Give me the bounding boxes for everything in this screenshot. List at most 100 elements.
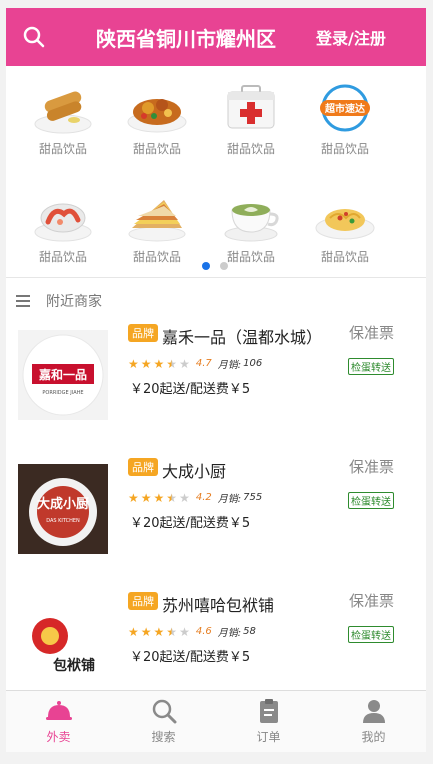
delivery-fee: ￥20起送/配送费￥5 [130, 650, 251, 665]
latte-cup-icon [218, 188, 284, 244]
half-star-icon: ★ [166, 356, 178, 371]
category-grid: 甜品饮品 甜品饮品 甜品饮品 超市速达 甜品饮品 甜品饮品 甜品饮品 甜品饮品 … [6, 66, 426, 278]
svg-text:PORRIDGE JIAHE: PORRIDGE JIAHE [42, 390, 83, 396]
supermarket-express-icon: 超市速达 [312, 80, 378, 136]
category-label: 甜品饮品 [320, 250, 369, 264]
delivery-fee: ￥20起送/配送费￥5 [130, 382, 251, 397]
top-bar: 陕西省铜川市耀州区 登录/注册 [6, 8, 426, 66]
category-label: 甜品饮品 [226, 142, 275, 156]
tab-label: 我的 [361, 730, 386, 744]
supermarket-badge-text: 超市速达 [324, 102, 365, 115]
nearby-title: 附近商家 [46, 294, 102, 310]
rating-value: 4.6 [195, 626, 212, 637]
half-star-icon: ★ [166, 624, 178, 639]
app-frame: 陕西省铜川市耀州区 登录/注册 甜品饮品 甜品饮品 甜品饮品 超市速达 甜品饮品… [6, 8, 426, 752]
shop-card[interactable]: 嘉和一品 PORRIDGE JIAHE 品牌 嘉禾一品（温都水城） ★ ★ ★ … [6, 322, 426, 456]
category-label: 甜品饮品 [320, 142, 369, 156]
category-item[interactable]: 甜品饮品 [16, 188, 110, 265]
star-empty-icon: ★ [179, 490, 190, 505]
guarantee-tag: 保准票 [349, 324, 395, 342]
search-icon [150, 698, 178, 724]
user-icon [360, 698, 388, 724]
svg-text:包袱铺: 包袱铺 [53, 657, 95, 674]
monthly-sales-label: 月销: [217, 628, 242, 639]
search-icon [23, 26, 45, 48]
nearby-section-header: 附近商家 [6, 288, 426, 314]
bottom-tab-bar: 外卖 搜索 订单 我的 [6, 690, 426, 752]
category-item[interactable]: 甜品饮品 [110, 188, 204, 265]
brand-badge: 品牌 [128, 592, 158, 610]
shop-name[interactable]: 嘉禾一品（温都水城） [162, 324, 322, 348]
star-icon: ★ [140, 624, 152, 639]
half-star-icon: ★ [166, 490, 178, 505]
guarantee-tag: 保准票 [349, 592, 395, 610]
shop-name[interactable]: 大成小厨 [162, 458, 226, 482]
category-label: 甜品饮品 [132, 250, 181, 264]
star-icon: ★ [140, 356, 152, 371]
category-label: 甜品饮品 [132, 142, 181, 156]
star-icon: ★ [128, 490, 139, 505]
carousel-pager [202, 262, 228, 270]
star-icon: ★ [153, 356, 165, 371]
svg-text:嘉和一品: 嘉和一品 [38, 367, 87, 382]
svg-text:大成小厨: 大成小厨 [37, 496, 89, 512]
brand-badge: 品牌 [128, 324, 158, 342]
delivery-fee: ￥20起送/配送费￥5 [130, 516, 251, 531]
shop-logo: 嘉和一品 PORRIDGE JIAHE [18, 330, 108, 420]
food-cloche-icon [45, 698, 73, 724]
rating-value: 4.7 [195, 358, 212, 369]
rating-value: 4.2 [195, 492, 212, 503]
tab-orders[interactable]: 订单 [216, 691, 321, 752]
monthly-sales: 106 [243, 358, 263, 369]
tab-takeout[interactable]: 外卖 [6, 691, 111, 752]
rating-row: ★ ★ ★ ★ ★ 4.7 月销: 106 [128, 356, 263, 372]
star-icon: ★ [128, 624, 139, 639]
star-icon: ★ [140, 490, 152, 505]
brand-badge: 品牌 [128, 458, 158, 476]
list-menu-icon [16, 292, 30, 310]
category-item[interactable]: 甜品饮品 [16, 80, 110, 157]
order-clipboard-icon [255, 698, 283, 724]
category-label: 甜品饮品 [38, 142, 87, 156]
star-icon: ★ [153, 490, 165, 505]
svg-text:DAS KITCHEN: DAS KITCHEN [46, 518, 80, 524]
category-item[interactable]: 甜品饮品 [204, 80, 298, 157]
category-item[interactable]: 甜品饮品 [110, 80, 204, 157]
shop-card[interactable]: 大成小厨 DAS KITCHEN 品牌 大成小厨 ★ ★ ★ ★ ★ 4.2 月… [6, 456, 426, 590]
shop-logo: 大成小厨 DAS KITCHEN [18, 464, 108, 554]
tab-profile[interactable]: 我的 [321, 691, 426, 752]
check-tag: 检蛋转送 [348, 626, 394, 643]
category-item[interactable]: 甜品饮品 [298, 188, 392, 265]
tab-label: 外卖 [46, 730, 71, 744]
star-empty-icon: ★ [179, 624, 190, 639]
first-aid-kit-icon [218, 80, 284, 136]
tab-label: 订单 [256, 730, 281, 744]
spring-roll-icon [30, 80, 96, 136]
shop-name[interactable]: 苏州嘻哈包袱铺 [162, 592, 274, 616]
check-tag: 检蛋转送 [348, 358, 394, 375]
star-icon: ★ [153, 624, 165, 639]
star-icon: ★ [128, 356, 139, 371]
category-item[interactable]: 超市速达 甜品饮品 [298, 80, 392, 157]
tab-label: 搜索 [151, 730, 176, 744]
shrimp-dish-icon [30, 188, 96, 244]
monthly-sales-label: 月销: [217, 360, 242, 371]
star-empty-icon: ★ [179, 356, 190, 371]
monthly-sales: 755 [243, 492, 263, 503]
shop-logo: 包袱铺 [18, 598, 108, 688]
rating-row: ★ ★ ★ ★ ★ 4.2 月销: 755 [128, 490, 263, 506]
pager-dot[interactable] [220, 262, 228, 270]
category-item[interactable]: 甜品饮品 [204, 188, 298, 265]
monthly-sales-label: 月销: [217, 494, 242, 505]
check-tag: 检蛋转送 [348, 492, 394, 509]
guarantee-tag: 保准票 [349, 458, 395, 476]
search-button[interactable] [6, 8, 62, 66]
location-title[interactable]: 陕西省铜川市耀州区 [96, 23, 292, 52]
category-label: 甜品饮品 [38, 250, 87, 264]
login-register-link[interactable]: 登录/注册 [316, 25, 386, 49]
monthly-sales: 58 [243, 626, 256, 637]
pager-dot-active[interactable] [202, 262, 210, 270]
sandwich-icon [124, 188, 190, 244]
rating-row: ★ ★ ★ ★ ★ 4.6 月销: 58 [128, 624, 256, 640]
tab-search[interactable]: 搜索 [111, 691, 216, 752]
